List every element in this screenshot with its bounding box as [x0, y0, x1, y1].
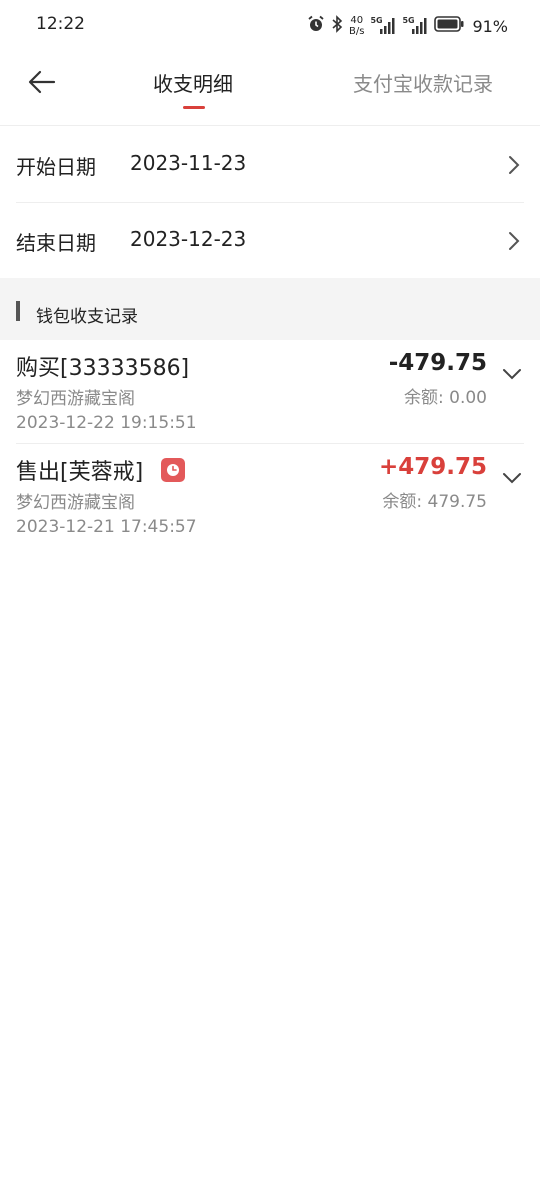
- start-date-label: 开始日期: [16, 155, 96, 179]
- clock-icon: [161, 458, 186, 482]
- end-date-row[interactable]: 结束日期 2023-12-23: [0, 203, 540, 278]
- section-title: 钱包收支记录: [36, 307, 138, 327]
- transaction-time: 2023-12-21 17:45:57: [16, 517, 197, 537]
- net-speed-value: 40: [350, 15, 364, 26]
- alarm-icon: [307, 15, 325, 37]
- transaction-amount: +479.75: [378, 454, 487, 480]
- status-bar: 12:22 40 B/s 5G 5G 91%: [0, 0, 540, 52]
- end-date-label: 结束日期: [16, 231, 96, 255]
- header: 收支明细 支付宝收款记录: [0, 52, 540, 126]
- section-header: 钱包收支记录: [0, 278, 540, 340]
- tab-income-expense-detail[interactable]: 收支明细: [153, 68, 233, 97]
- net-speed-unit: B/s: [348, 26, 365, 37]
- expand-button[interactable]: [500, 362, 524, 386]
- transaction-title: 售出[芙蓉戒]: [16, 454, 186, 486]
- status-time: 12:22: [36, 14, 85, 34]
- end-date-value: 2023-12-23: [130, 227, 247, 251]
- transaction-item[interactable]: 售出[芙蓉戒] 梦幻西游藏宝阁 2023-12-21 17:45:57 +479…: [0, 446, 540, 548]
- expand-button[interactable]: [500, 466, 524, 490]
- transaction-balance: 余额: 0.00: [404, 388, 487, 408]
- transaction-balance: 余额: 479.75: [382, 492, 487, 512]
- section-accent-bar: [16, 301, 20, 321]
- page: 12:22 40 B/s 5G 5G 91% 收支明细 支付宝收款记录 开始日期…: [0, 0, 540, 1200]
- network-speed: 40 B/s: [349, 15, 364, 37]
- transaction-title-text: 售出[芙蓉戒]: [16, 460, 144, 485]
- transaction-time: 2023-12-22 19:15:51: [16, 413, 197, 433]
- chevron-down-icon: [502, 469, 522, 488]
- tab-alipay-receipt-records[interactable]: 支付宝收款记录: [353, 68, 493, 97]
- bluetooth-icon: [331, 15, 343, 37]
- active-tab-indicator: [183, 106, 205, 109]
- chevron-down-icon: [502, 365, 522, 384]
- transaction-item[interactable]: 购买[33333586] 梦幻西游藏宝阁 2023-12-22 19:15:51…: [0, 342, 540, 444]
- transaction-title-text: 购买[33333586]: [16, 356, 190, 381]
- battery-icon: [434, 16, 464, 36]
- start-date-value: 2023-11-23: [130, 151, 247, 175]
- row-divider: [16, 443, 524, 444]
- back-button[interactable]: [22, 66, 62, 102]
- arrow-left-icon: [28, 70, 56, 98]
- transaction-merchant: 梦幻西游藏宝阁: [16, 389, 135, 409]
- signal-icon: 5G: [370, 16, 396, 36]
- chevron-right-icon: [508, 155, 520, 179]
- battery-percent: 91%: [472, 16, 508, 36]
- signal-icon: 5G: [402, 16, 428, 36]
- transaction-amount: -479.75: [388, 350, 487, 376]
- start-date-row[interactable]: 开始日期 2023-11-23: [0, 127, 540, 202]
- transaction-title: 购买[33333586]: [16, 350, 189, 382]
- status-icons: 40 B/s 5G 5G 91%: [307, 12, 508, 40]
- transaction-merchant: 梦幻西游藏宝阁: [16, 493, 135, 513]
- chevron-right-icon: [508, 231, 520, 255]
